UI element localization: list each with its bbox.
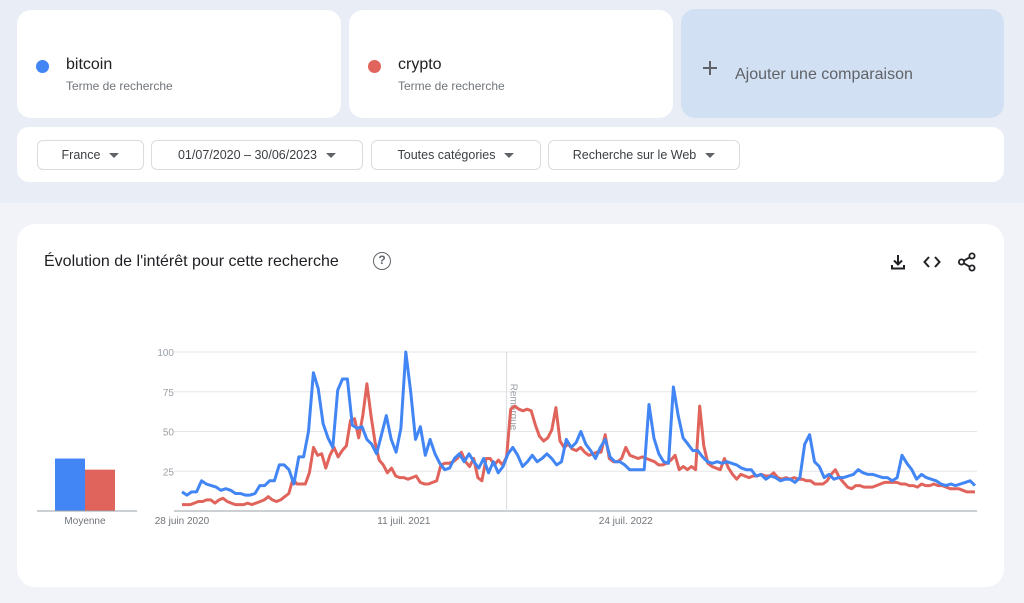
date-range-dropdown[interactable]: 01/07/2020 – 30/06/2023 (151, 140, 363, 170)
plus-icon (703, 61, 717, 75)
y-tick-label: 25 (163, 467, 175, 478)
filter-bar: France 01/07/2020 – 30/06/2023 Toutes ca… (17, 127, 1004, 182)
y-tick-label: 75 (163, 388, 175, 399)
term-subtitle: Terme de recherche (398, 79, 505, 93)
add-comparison-label: Ajouter une comparaison (735, 66, 913, 83)
x-tick-label: 11 juil. 2021 (377, 516, 431, 527)
series-line-crypto[interactable] (182, 382, 975, 507)
x-tick-label: 28 juin 2020 (155, 516, 210, 527)
region-dropdown[interactable]: France (37, 140, 144, 170)
series-color-dot (368, 60, 381, 73)
term-card-crypto[interactable]: crypto Terme de recherche (349, 10, 673, 118)
series-color-dot (36, 60, 49, 73)
term-name[interactable]: bitcoin (66, 56, 112, 74)
add-comparison-button[interactable]: Ajouter une comparaison (681, 9, 1004, 118)
y-tick-label: 100 (157, 348, 174, 359)
term-subtitle: Terme de recherche (66, 79, 173, 93)
interest-over-time-card: Évolution de l'intérêt pour cette recher… (17, 224, 1004, 587)
x-tick-label: 24 juil. 2022 (599, 516, 653, 527)
region-value: France (61, 148, 101, 162)
caret-down-icon (504, 152, 515, 158)
date-range-value: 01/07/2020 – 30/06/2023 (177, 148, 318, 162)
interest-line-chart[interactable]: 25 50 75 100 28 juin 2020 11 juil. 2021 24 ju… (17, 224, 1004, 587)
category-value: Toutes catégories (397, 148, 496, 162)
series-line-bitcoin[interactable] (181, 350, 977, 497)
caret-down-icon (326, 152, 337, 158)
term-card-bitcoin[interactable]: bitcoin Terme de recherche (17, 10, 341, 118)
caret-down-icon (705, 152, 716, 158)
search-type-value: Recherche sur le Web (572, 148, 697, 162)
y-tick-label: 50 (163, 428, 175, 439)
category-dropdown[interactable]: Toutes catégories (371, 140, 541, 170)
search-type-dropdown[interactable]: Recherche sur le Web (548, 140, 740, 170)
term-name[interactable]: crypto (398, 56, 442, 74)
caret-down-icon (109, 152, 120, 158)
